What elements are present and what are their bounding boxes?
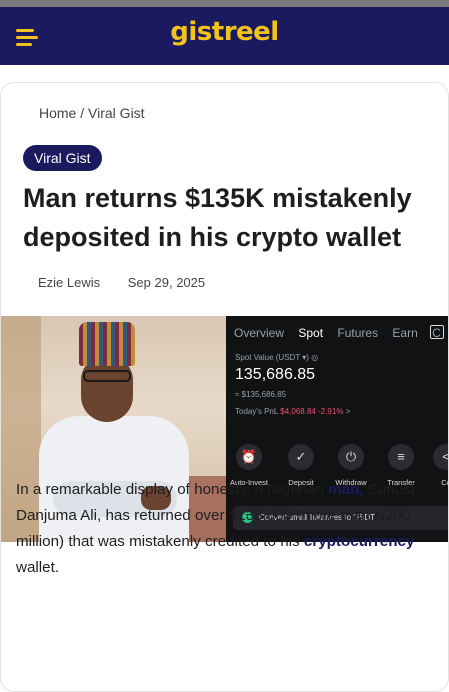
breadcrumb-home-link[interactable]: Home [39, 105, 76, 121]
breadcrumb-separator: / [80, 105, 85, 121]
site-logo[interactable]: gistreel [0, 17, 449, 47]
pnl-label: Today's PnL [235, 407, 279, 416]
article-meta: Ezie Lewis Sep 29, 2025 [38, 275, 205, 290]
site-header: gistreel [0, 7, 449, 65]
pnl-arrow-icon: > [345, 407, 351, 416]
publish-date: Sep 29, 2025 [127, 275, 206, 290]
cryptocurrency-tag-link[interactable]: cryptocurrency [304, 533, 415, 550]
document-icon [430, 325, 444, 339]
pnl-row: Today's PnL $4,068.84 -2.91% > [235, 407, 350, 416]
app-tab-overview: Overview [234, 326, 285, 340]
breadcrumb: Home / Viral Gist [39, 105, 145, 121]
article-title: Man returns $135K mistakenly deposited i… [23, 183, 412, 252]
convert-icon: < [433, 444, 448, 470]
app-tab-earn: Earn [392, 326, 418, 340]
spot-value: 135,686.85 [235, 366, 316, 383]
article-body: In a remarkable display of honesty, a Ni… [16, 477, 441, 581]
author-name[interactable]: Ezie Lewis [38, 275, 100, 290]
clock-icon: ⏰ [236, 444, 262, 470]
withdraw-icon: ⏻ [338, 444, 364, 470]
article-card: Home / Viral Gist Viral Gist Man returns… [0, 82, 449, 692]
body-text-part-1: In a remarkable display of honesty, a Ni… [16, 481, 329, 498]
status-strip [0, 0, 449, 7]
app-tabs: Overview Spot Futures Earn C [234, 326, 448, 340]
spot-value-label: Spot Value (USDT ▾) ◎ [235, 353, 319, 362]
breadcrumb-category-link[interactable]: Viral Gist [88, 105, 145, 121]
category-badge[interactable]: Viral Gist [23, 145, 102, 171]
spot-value-sub: ≈ $135,686.85 [235, 390, 287, 399]
body-text-part-3: wallet. [16, 559, 60, 576]
deposit-icon: ✓ [288, 444, 314, 470]
man-tag-link[interactable]: man, [328, 481, 363, 498]
app-tab-futures: Futures [337, 326, 379, 340]
app-tab-spot: Spot [298, 326, 324, 340]
transfer-icon: ≡ [388, 444, 414, 470]
pnl-value: $4,068.84 -2.91% [280, 407, 344, 416]
